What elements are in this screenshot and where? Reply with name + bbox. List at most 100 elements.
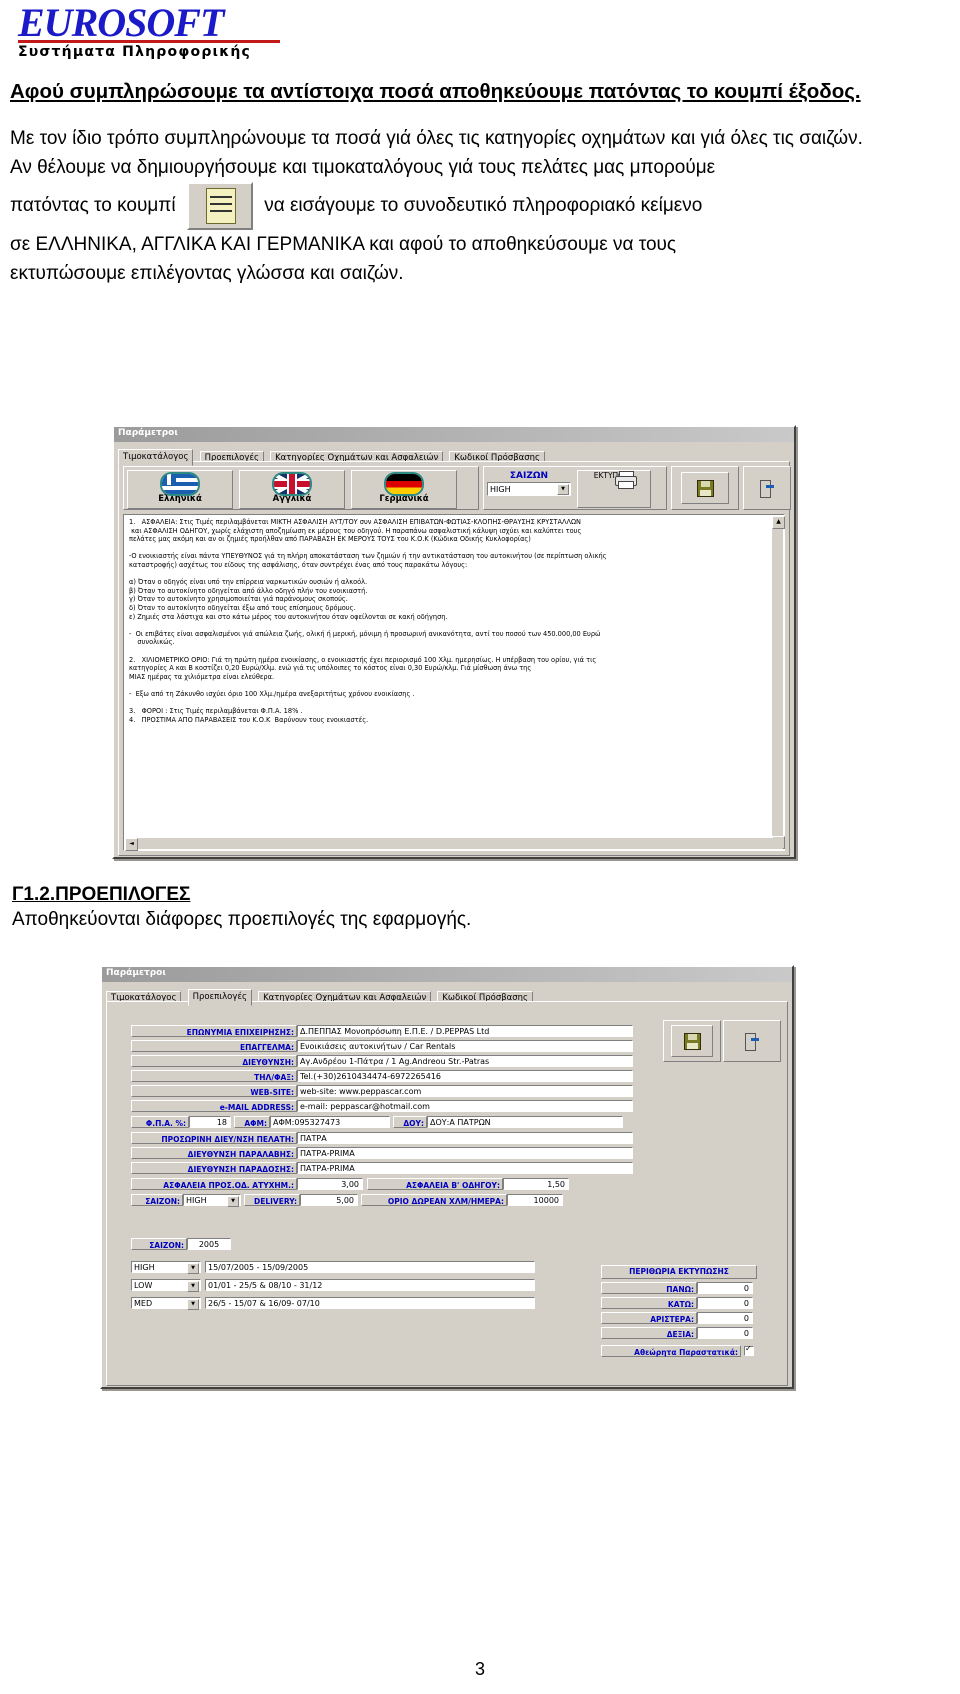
floppy-disk-icon-2 — [683, 1032, 701, 1050]
value-free-km-limit[interactable]: 10000 — [507, 1194, 563, 1206]
exit-button[interactable] — [744, 473, 790, 503]
exit-button-frame-2 — [723, 1020, 781, 1062]
paragraph-pricelists: Αν θέλουμε να δημιουργήσουμε και τιμοκατ… — [10, 157, 716, 178]
field-row-address: ΔΙΕΥΘΥΝΣΗ: Αγ.Ανδρέου 1-Πάτρα / 1 Ag.And… — [131, 1054, 635, 1068]
label-margin-left: ΑΡΙΣΤΕΡΑ: — [601, 1312, 697, 1324]
paragraph-bold-intro: Αφού συμπληρώσουμε τα αντίστοιχα ποσά απ… — [10, 80, 861, 103]
field-row-phone-fax: ΤΗΛ/ΦΑΞ: Tel.(+30)2610434474-6972265416 — [131, 1069, 635, 1083]
print-margins-title: ΠΕΡΙΘΩΡΙΑ ΕΚΤΥΠΩΣΗΣ — [601, 1265, 757, 1279]
value-pickup-address[interactable]: ΠΑΤΡΑ-PRIMA — [297, 1147, 633, 1159]
logo-word-euro: EURO — [18, 0, 126, 45]
scroll-left-button[interactable]: ◄ — [125, 838, 138, 851]
value-email[interactable]: e-mail: peppascar@hotmail.com — [297, 1100, 633, 1112]
value-afm[interactable]: ΑΦΜ:095327473 — [270, 1116, 390, 1128]
tab-strip[interactable]: Τιμοκατάλογος Προεπιλογές Κατηγορίες Οχη… — [114, 442, 794, 466]
season-range-med[interactable]: 26/5 - 15/07 & 16/09- 07/10 — [205, 1297, 535, 1309]
save-button-2[interactable] — [671, 1025, 713, 1057]
label-afm: ΑΦΜ: — [234, 1116, 270, 1128]
field-row-company-name: ΕΠΩΝΥΜΙΑ ΕΠΙΧΕΙΡΗΣΗΣ: Δ.ΠΕΠΠΑΣ Μονοπρόσω… — [131, 1024, 635, 1038]
chevron-down-icon-2[interactable]: ▼ — [227, 1196, 239, 1207]
value-fpa[interactable]: 18 — [189, 1116, 231, 1128]
exit-group — [743, 466, 791, 510]
tab-defaults-2[interactable]: Προεπιλογές — [187, 989, 252, 1006]
field-row-temp-customer-address: ΠΡΟΣΩΡΙΝΗ ΔΙΕΥ/ΝΣΗ ΠΕΛΑΤΗ: ΠΑΤΡΑ — [131, 1131, 635, 1145]
season-name-high[interactable]: HIGH ▼ — [131, 1261, 201, 1274]
chevron-down-icon-low[interactable]: ▼ — [187, 1281, 199, 1292]
value-personal-accident-insurance[interactable]: 3,00 — [297, 1178, 363, 1190]
margin-row-left: ΑΡΙΣΤΕΡΑ: 0 — [601, 1311, 757, 1325]
value-margin-bottom[interactable]: 0 — [697, 1297, 753, 1309]
label-margin-bottom: ΚΑΤΩ: — [601, 1297, 697, 1309]
save-group — [671, 466, 739, 510]
checkbox-unstamped-docs[interactable] — [744, 1344, 754, 1356]
language-button-german[interactable]: Γερμανικά — [351, 470, 457, 509]
info-text-area[interactable]: 1. ΑΣΦΑΛΕΙΑ: Στις Τιμές περιλαμβάνεται Μ… — [123, 514, 785, 851]
language-button-english[interactable]: Αγγλικά — [239, 470, 345, 509]
label-margin-right: ΔΕΞΙΑ: — [601, 1327, 697, 1339]
value-address[interactable]: Αγ.Ανδρέου 1-Πάτρα / 1 Ag.Andreou Str.-P… — [297, 1055, 633, 1067]
label-unstamped-docs: Αθεώρητα Παραστατικά: — [601, 1345, 741, 1357]
language-button-greek[interactable]: Ελληνικά — [127, 470, 233, 509]
label-phone-fax: ΤΗΛ/ΦΑΞ: — [131, 1070, 297, 1082]
season-range-low[interactable]: 01/01 - 25/5 & 08/10 - 31/12 — [205, 1279, 535, 1291]
value-second-driver-insurance[interactable]: 1,50 — [503, 1178, 569, 1190]
value-margin-left[interactable]: 0 — [697, 1312, 753, 1324]
vertical-scrollbar[interactable]: ▲ ▼ — [772, 516, 785, 849]
section-heading: Γ1.2.ΠΡΟΕΠΙΛΟΓΕΣ — [12, 884, 191, 905]
value-profession[interactable]: Ενοικιάσεις αυτοκινήτων / Car Rentals — [297, 1040, 633, 1052]
season-combo[interactable]: HIGH ▼ — [487, 482, 571, 496]
save-button[interactable] — [681, 472, 729, 504]
paragraph-text-before-button: πατόντας το κουμπί — [10, 195, 176, 217]
parameters-window-pricelist[interactable]: Παράμετροι Τιμοκατάλογος Προεπιλογές Κατ… — [112, 425, 796, 859]
language-label-english: Αγγλικά — [272, 494, 312, 504]
value-season-year[interactable]: 2005 — [187, 1238, 231, 1250]
season-label: ΣΑΙΖΩΝ — [509, 471, 549, 481]
season-name-low[interactable]: LOW ▼ — [131, 1279, 201, 1292]
margin-row-top: ΠΑΝΩ: 0 — [601, 1281, 757, 1295]
window-title-text-2: Παράμετροι — [106, 968, 166, 978]
unstamped-docs-row[interactable]: Αθεώρητα Παραστατικά: — [601, 1344, 757, 1358]
exit-button-2[interactable] — [732, 1026, 772, 1056]
season-selector[interactable]: ΣΑΙΖΩΝ HIGH ▼ — [487, 470, 571, 506]
value-website[interactable]: web-site: www.peppascar.com — [297, 1085, 633, 1097]
company-logo: EUROSOFT Συστήματα Πληροφορικής — [18, 2, 318, 60]
label-season-year: ΣΑΙΖΟΝ: — [131, 1238, 187, 1250]
defaults-panel: ΕΠΩΝΥΜΙΑ ΕΠΙΧΕΙΡΗΣΗΣ: Δ.ΠΕΠΠΑΣ Μονοπρόσω… — [106, 1001, 788, 1386]
value-temp-customer-address[interactable]: ΠΑΤΡΑ — [297, 1132, 633, 1144]
season-range-high[interactable]: 15/07/2005 - 15/09/2005 — [205, 1261, 535, 1273]
value-phone-fax[interactable]: Tel.(+30)2610434474-6972265416 — [297, 1070, 633, 1082]
label-address: ΔΙΕΥΘΥΝΣΗ: — [131, 1055, 297, 1067]
tab-strip-2[interactable]: Τιμοκατάλογος Προεπιλογές Κατηγορίες Οχη… — [102, 982, 792, 1006]
field-row-insurance: ΑΣΦΑΛΕΙΑ ΠΡΟΣ.ΟΔ. ΑΤΥΧΗΜ.: 3,00 ΑΣΦΑΛΕΙΑ… — [131, 1177, 635, 1191]
value-delivery-address[interactable]: ΠΑΤΡΑ-PRIMA — [297, 1162, 633, 1174]
value-doy[interactable]: ΔΟΥ:Α ΠΑΤΡΩΝ — [427, 1116, 623, 1128]
label-pickup-address: ΔΙΕΥΘΥΝΣΗ ΠΑΡΑΛΑΒΗΣ: — [131, 1147, 297, 1159]
field-row-season-year: ΣΑΙΖΟΝ: 2005 — [131, 1237, 579, 1251]
season-name-low-value: LOW — [134, 1281, 153, 1290]
language-label-greek: Ελληνικά — [158, 494, 202, 504]
season-row-med: MED ▼ 26/5 - 15/07 & 16/09- 07/10 — [131, 1296, 579, 1310]
value-margin-right[interactable]: 0 — [697, 1327, 753, 1339]
chevron-down-icon-med[interactable]: ▼ — [187, 1299, 199, 1310]
chevron-down-icon-high[interactable]: ▼ — [187, 1263, 199, 1274]
chevron-down-icon[interactable]: ▼ — [557, 484, 569, 495]
season-name-med[interactable]: MED ▼ — [131, 1297, 201, 1310]
horizontal-scrollbar[interactable]: ◄ — [125, 838, 783, 851]
language-button-group: Ελληνικά Αγγλικά Γερμανικά — [123, 466, 479, 510]
scroll-up-button[interactable]: ▲ — [772, 516, 785, 529]
parameters-window-defaults[interactable]: Παράμετροι Τιμοκατάλογος Προεπιλογές Κατ… — [100, 965, 794, 1389]
season-table-section: ΣΑΙΖΟΝ: 2005 HIGH ▼ 15/07/2005 - 15/09/2… — [131, 1237, 579, 1311]
label-temp-customer-address: ΠΡΟΣΩΡΙΝΗ ΔΙΕΥ/ΝΣΗ ΠΕΛΑΤΗ: — [131, 1132, 297, 1144]
print-button[interactable]: ΕΚΤΥΠΩΣΗ — [577, 470, 651, 508]
season-combo-2[interactable]: HIGH ▼ — [183, 1194, 241, 1207]
info-text-content[interactable]: 1. ΑΣΦΑΛΕΙΑ: Στις Τιμές περιλαμβάνεται Μ… — [126, 516, 770, 836]
value-delivery[interactable]: 5,00 — [300, 1194, 358, 1206]
value-company-name[interactable]: Δ.ΠΕΠΠΑΣ Μονοπρόσωπη Ε.Π.Ε. / D.PEPPAS L… — [297, 1025, 633, 1037]
tab-pricelist[interactable]: Τιμοκατάλογος — [118, 449, 194, 466]
print-margins-panel: ΠΕΡΙΘΩΡΙΑ ΕΚΤΥΠΩΣΗΣ ΠΑΝΩ: 0 ΚΑΤΩ: 0 ΑΡΙΣ… — [601, 1265, 757, 1359]
section-description: Αποθηκεύονται διάφορες προεπιλογές της ε… — [12, 909, 472, 930]
value-margin-top[interactable]: 0 — [697, 1282, 753, 1294]
floppy-disk-icon — [696, 479, 714, 497]
